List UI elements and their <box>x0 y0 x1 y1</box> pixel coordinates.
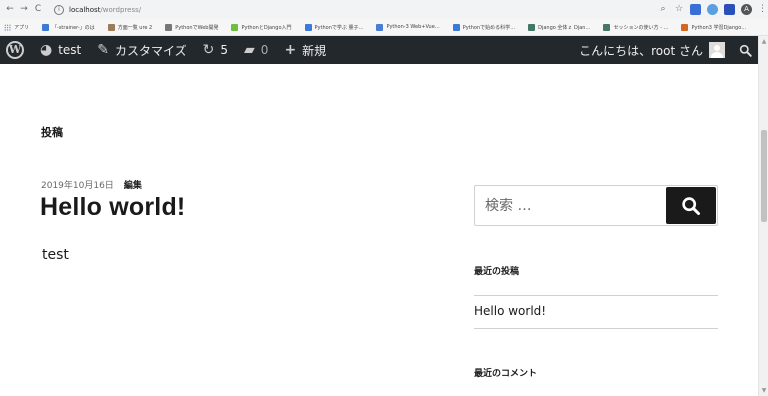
menu-icon[interactable]: ⋮ <box>758 0 767 19</box>
recent-post-link[interactable]: Hello world! <box>474 304 546 318</box>
comments-count: 0 <box>260 43 269 57</box>
bookmark-item[interactable]: 方面一覧 ure 2 <box>107 23 153 31</box>
page-scrollbar[interactable]: ▲ ▼ <box>758 36 768 396</box>
wordpress-logo-icon: W <box>6 41 24 59</box>
bookmark-favicon-icon <box>681 23 689 31</box>
wp-logo-menu[interactable]: W <box>0 36 32 64</box>
greeting: こんにちは、root さん <box>579 43 703 58</box>
search-button[interactable] <box>666 187 716 224</box>
back-arrow-icon[interactable]: ← <box>3 0 17 19</box>
recent-posts-title: 最近の投稿 <box>474 267 520 277</box>
bookmark-favicon-icon <box>528 23 536 31</box>
bookmark-favicon-icon <box>452 23 460 31</box>
bookmark-item[interactable]: セッションの使い方 - … <box>603 23 669 31</box>
bookmark-label: 「-strainer-」のは <box>52 24 95 31</box>
star-icon[interactable]: ☆ <box>674 0 684 19</box>
search-icon <box>682 196 700 215</box>
bookmark-favicon-icon <box>107 23 115 31</box>
bookmark-apps[interactable]: アプリ <box>4 23 30 31</box>
bookmark-favicon-icon <box>231 23 239 31</box>
updates-link[interactable]: ↻ 5 <box>195 36 236 64</box>
bookmark-item[interactable]: 「-strainer-」のは <box>42 23 95 31</box>
info-icon[interactable]: i <box>54 4 64 15</box>
edit-post-link[interactable]: 編集 <box>124 178 142 191</box>
comments-link[interactable]: ▰ 0 <box>236 36 276 64</box>
site-name-menu[interactable]: ◕ test <box>32 36 89 64</box>
post-meta: 2019年10月16日 編集 <box>41 178 142 191</box>
bookmark-label: Python-3 Web+Vue… <box>386 24 440 30</box>
updates-icon: ↻ <box>202 42 215 58</box>
bookmark-label: 方面一覧 ure 2 <box>117 24 153 31</box>
dashboard-icon: ◕ <box>40 42 53 58</box>
bookmark-label: PythonとDjango入門 <box>241 24 292 31</box>
address-bar[interactable]: i localhost/wordpress/ <box>54 3 644 16</box>
bookmark-label: Pythonで学ぶ 量子… <box>314 24 364 31</box>
page-title: 投稿 <box>41 126 63 139</box>
reload-icon[interactable]: C <box>31 0 45 19</box>
bookmark-label: Pythonで始める科学… <box>462 24 516 31</box>
extension-icon[interactable] <box>690 4 701 15</box>
bookmark-label: PythonでWeb開発 <box>175 24 219 31</box>
divider <box>474 295 718 296</box>
scroll-down-arrow-icon[interactable]: ▼ <box>759 387 768 394</box>
post-title-link[interactable]: Hello world! <box>40 193 185 222</box>
new-label: 新規 <box>302 43 327 58</box>
post-content: test <box>42 247 69 263</box>
post-date-link[interactable]: 2019年10月16日 <box>41 178 114 191</box>
zoom-icon[interactable]: ⌕ <box>658 0 668 19</box>
bookmark-favicon-icon <box>165 23 173 31</box>
divider <box>474 328 718 329</box>
bookmark-item[interactable]: Python3 学習Django… <box>681 23 747 31</box>
admin-search-button[interactable] <box>733 36 758 64</box>
search-form <box>474 185 718 226</box>
brush-icon: ✎ <box>97 42 109 58</box>
bookmark-item[interactable]: Python-3 Web+Vue… <box>376 23 440 31</box>
new-content-menu[interactable]: + 新規 <box>276 36 334 64</box>
recent-comments-title: 最近のコメント <box>474 369 538 379</box>
my-account-menu[interactable]: こんにちは、root さん <box>571 36 733 64</box>
customize-label: カスタマイズ <box>115 43 187 58</box>
forward-arrow-icon[interactable]: → <box>17 0 31 19</box>
bookmark-item[interactable]: PythonとDjango入門 <box>231 23 292 31</box>
apps-grid-icon <box>4 23 11 31</box>
comment-bubble-icon: ▰ <box>244 42 255 58</box>
plus-icon: + <box>284 42 297 58</box>
bookmark-favicon-icon <box>42 23 50 31</box>
updates-count: 5 <box>220 43 229 57</box>
extension-icon[interactable] <box>724 4 735 15</box>
bookmark-favicon-icon <box>603 23 611 31</box>
bookmark-item[interactable]: Pythonで始める科学… <box>452 23 516 31</box>
bookmark-label: セッションの使い方 - … <box>613 24 669 31</box>
user-avatar <box>709 42 725 58</box>
wp-admin-bar: W ◕ test ✎ カスタマイズ ↻ 5 ▰ 0 + 新規 こんにちは、roo… <box>0 36 758 64</box>
customize-link[interactable]: ✎ カスタマイズ <box>89 36 194 64</box>
bookmark-favicon-icon <box>376 23 384 31</box>
site-name: test <box>58 43 82 57</box>
bookmark-item[interactable]: PythonでWeb開発 <box>165 23 219 31</box>
bookmarks-bar: アプリ 「-strainer-」のは 方面一覧 ure 2 PythonでWeb開発 P… <box>0 19 768 36</box>
scroll-thumb[interactable] <box>761 130 767 222</box>
url-path: /wordpress/ <box>100 5 142 14</box>
cloud-extension-icon[interactable] <box>707 4 718 15</box>
search-icon <box>739 44 752 57</box>
url-host: localhost <box>69 5 101 14</box>
bookmark-label: Python3 学習Django… <box>691 24 747 31</box>
browser-toolbar: ← → C i localhost/wordpress/ ⌕ ☆ A ⋮ <box>0 0 768 19</box>
profile-avatar[interactable]: A <box>741 4 752 15</box>
search-input[interactable] <box>475 186 665 225</box>
bookmark-label: アプリ <box>14 24 30 31</box>
scroll-up-arrow-icon[interactable]: ▲ <box>759 38 768 45</box>
bookmark-item[interactable]: Pythonで学ぶ 量子… <box>304 23 364 31</box>
bookmark-item[interactable]: Django 全体ｚ Djan… <box>528 23 591 31</box>
bookmark-label: Django 全体ｚ Djan… <box>538 24 591 31</box>
bookmark-favicon-icon <box>304 23 312 31</box>
